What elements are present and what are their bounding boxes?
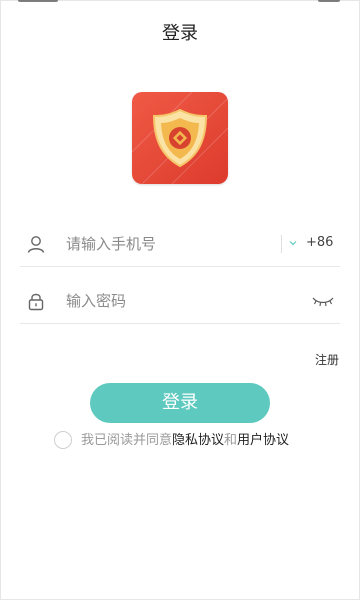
agreement-and-text: 和: [224, 433, 238, 448]
user-icon: [27, 236, 45, 253]
agreement-checkbox[interactable]: [54, 431, 72, 449]
phone-divider: [281, 235, 282, 253]
agreement-text: 我已阅读并同意隐私协议和用户协议: [81, 430, 289, 452]
phone-input[interactable]: [66, 233, 266, 255]
country-code-select[interactable]: +86: [306, 235, 333, 250]
phone-field: +86: [20, 222, 340, 267]
app-logo-shield-icon: [132, 92, 228, 184]
password-field: [20, 279, 340, 324]
app-logo: [132, 92, 228, 184]
status-time-fragment: [18, 0, 58, 2]
chevron-down-icon[interactable]: [286, 236, 300, 250]
login-button[interactable]: 登录: [90, 383, 270, 423]
password-input[interactable]: [66, 290, 266, 312]
agreement-prefix: 我已阅读并同意: [81, 433, 173, 448]
status-bar: [0, 0, 360, 6]
eye-closed-icon[interactable]: [312, 295, 334, 307]
lock-icon: [28, 293, 44, 311]
status-icons-fragment: [318, 0, 340, 2]
page-title: 登录: [162, 23, 198, 44]
register-link[interactable]: 注册: [315, 351, 339, 368]
privacy-policy-link[interactable]: 隐私协议: [172, 433, 224, 448]
user-agreement-link[interactable]: 用户协议: [237, 433, 289, 448]
